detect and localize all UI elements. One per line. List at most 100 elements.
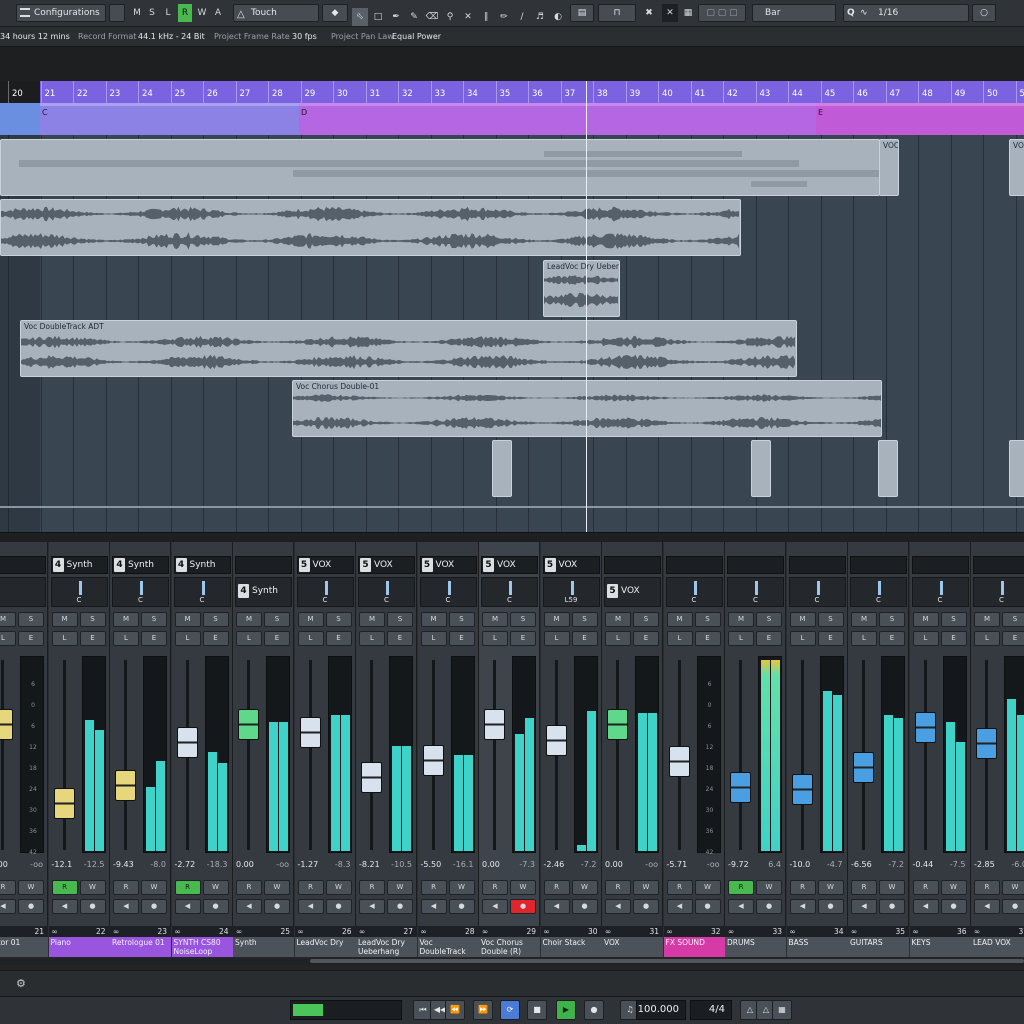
pan-control[interactable]: L59: [542, 577, 600, 607]
edit-button[interactable]: E: [510, 631, 536, 646]
mute-button[interactable]: M: [728, 612, 754, 627]
listen-button[interactable]: L: [605, 631, 631, 646]
pan-control[interactable]: 4 Synth: [235, 577, 292, 607]
edit-button[interactable]: E: [1002, 631, 1024, 646]
pan-control[interactable]: C: [50, 577, 108, 607]
audio-event-backing[interactable]: [0, 139, 880, 196]
output-routing[interactable]: 4 Synth: [50, 556, 108, 574]
edit-button[interactable]: E: [940, 631, 967, 646]
fader-track[interactable]: [308, 660, 312, 850]
toggle-mute[interactable]: M: [131, 4, 143, 22]
monitor-button[interactable]: ◀: [543, 899, 570, 914]
channel-name[interactable]: Voc DoubleTrack: [417, 937, 479, 957]
object-select-tool-icon[interactable]: ⬁: [352, 8, 368, 26]
range-tool-icon[interactable]: □: [370, 8, 386, 26]
snap-toggle-icon[interactable]: ✕: [662, 4, 678, 22]
speaker-tool-icon[interactable]: ♬: [532, 8, 548, 26]
volume-fader[interactable]: [607, 709, 628, 740]
mute-button[interactable]: M: [605, 612, 631, 627]
audio-event-double[interactable]: Voc DoubleTrack ADT: [20, 320, 797, 377]
edit-button[interactable]: E: [756, 631, 782, 646]
record-enable-button[interactable]: ●: [1002, 899, 1024, 914]
volume-fader[interactable]: [115, 770, 136, 802]
read-automation-button[interactable]: R: [482, 880, 508, 895]
frame-rate-value[interactable]: 30 fps: [292, 27, 317, 47]
monitor-button[interactable]: ◀: [297, 899, 324, 914]
volume-fader[interactable]: [853, 751, 874, 783]
solo-button[interactable]: S: [571, 612, 598, 627]
write-automation-button[interactable]: W: [1002, 880, 1024, 895]
channel-strip[interactable]: 5 VOX M S L E 0.00 -oo R W ◀ ● ∞ 31 VOX: [602, 542, 663, 957]
volume-fader[interactable]: [176, 726, 198, 758]
write-automation-button[interactable]: W: [18, 880, 44, 895]
record-enable-button[interactable]: ●: [264, 899, 290, 914]
snap-icon[interactable]: ✖: [640, 4, 658, 22]
mute-button[interactable]: M: [789, 612, 816, 627]
fader-track[interactable]: [62, 660, 66, 850]
read-automation-button[interactable]: R: [51, 880, 78, 895]
listen-button[interactable]: L: [666, 631, 693, 646]
channel-strip[interactable]: 4 Synth M S L E 0.00 -oo R W ◀ ● ∞ 25 Synth: [233, 542, 294, 957]
output-routing[interactable]: 5 VOX: [358, 556, 415, 574]
edit-button[interactable]: E: [264, 631, 290, 646]
window-layout-icon[interactable]: ▤: [570, 4, 594, 22]
grid-type-select[interactable]: Bar: [752, 4, 836, 22]
pan-control[interactable]: C: [358, 577, 415, 607]
constrain-delay-icon[interactable]: ◆: [322, 4, 348, 22]
channel-strip[interactable]: C M S L E -0.44 -7.5 R W ◀ ● ∞ 36 KEYS: [909, 542, 971, 957]
channel-strip[interactable]: 5 VOX C M S L E -1.27 -8.3 R W ◀ ● ∞ 26 LeadVoc Dry: [294, 542, 356, 957]
toggle-read[interactable]: R: [178, 4, 192, 22]
mute-button[interactable]: M: [0, 612, 16, 627]
channel-name[interactable]: LeadVoc Dry: [294, 937, 356, 957]
edit-button[interactable]: E: [633, 631, 659, 646]
tempo-display[interactable]: 100.000: [636, 1000, 686, 1020]
monitor-button[interactable]: ◀: [605, 899, 631, 914]
project-window[interactable]: VOC VO LeadVoc Dry Ueber Voc DoubleTrack…: [0, 135, 1024, 532]
sync-icon[interactable]: ▦: [772, 1000, 792, 1020]
solo-button[interactable]: S: [817, 612, 844, 627]
write-automation-button[interactable]: W: [879, 880, 905, 895]
line-tool-icon[interactable]: ∕: [514, 8, 530, 26]
channel-name[interactable]: Synth: [233, 937, 294, 957]
fader-track[interactable]: [800, 660, 804, 850]
pan-control[interactable]: C: [419, 577, 477, 607]
pan-control[interactable]: [0, 577, 46, 607]
solo-button[interactable]: S: [448, 612, 475, 627]
audio-event-small[interactable]: [878, 440, 898, 497]
record-format-value[interactable]: 44.1 kHz - 24 Bit: [138, 27, 205, 47]
listen-button[interactable]: L: [543, 631, 570, 646]
pan-control[interactable]: C: [973, 577, 1024, 607]
mute-button[interactable]: M: [543, 612, 570, 627]
mute-button[interactable]: M: [113, 612, 139, 627]
rewind-icon[interactable]: ⏪: [445, 1000, 465, 1020]
record-enable-button[interactable]: ●: [817, 899, 844, 914]
fader-track[interactable]: [616, 660, 619, 850]
channel-strip[interactable]: 4 Synth C M S L E -12.1 -12.5 R W ◀ ● ∞ 22 Piano: [48, 542, 110, 957]
fader-track[interactable]: [370, 660, 373, 850]
time-warp-tool-icon[interactable]: ∥: [478, 8, 494, 26]
channel-strip[interactable]: C M S L E 6 0 6 12 18 24 30 36 42 -5.71 -oo R W ◀ ● ∞ 32 FX SO…: [663, 542, 725, 957]
record-enable-button[interactable]: ●: [448, 899, 475, 914]
cycle-icon[interactable]: ⟳: [500, 1000, 520, 1020]
solo-button[interactable]: S: [79, 612, 106, 627]
record-icon[interactable]: ●: [584, 1000, 604, 1020]
audio-event-voc[interactable]: VOC: [879, 139, 899, 196]
channel-strip[interactable]: 5 VOX C M S L E -5.50 -16.1 R W ◀ ● ∞ 28 Voc DoubleTrac…: [417, 542, 479, 957]
channel-strip[interactable]: 5 VOX L59 M S L E -2.46 -7.2 R W ◀ ● ∞ 30 Choir Stack: [540, 542, 602, 957]
gear-icon[interactable]: ⚙: [16, 977, 26, 990]
pan-control[interactable]: C: [173, 577, 231, 607]
audio-event-leadvoc-dry[interactable]: LeadVoc Dry Ueber: [543, 260, 620, 317]
write-automation-button[interactable]: W: [940, 880, 967, 895]
toggle-solo[interactable]: S: [146, 4, 158, 22]
listen-button[interactable]: L: [789, 631, 816, 646]
read-automation-button[interactable]: R: [297, 880, 324, 895]
quantize-select[interactable]: Q ∿ 1/16: [843, 4, 969, 22]
read-automation-button[interactable]: R: [974, 880, 1000, 895]
monitor-button[interactable]: ◀: [113, 899, 139, 914]
read-automation-button[interactable]: R: [666, 880, 693, 895]
channel-name[interactable]: LeadVoc Dry Ueberhang: [356, 937, 417, 957]
channel-strip[interactable]: 4 Synth C M S L E -2.72 -18.3 R W ◀ ● ∞ 24 SYNTH CS80 N…: [171, 542, 233, 957]
solo-button[interactable]: S: [202, 612, 229, 627]
channel-name[interactable]: GUITARS: [848, 937, 909, 957]
mute-button[interactable]: M: [851, 612, 877, 627]
